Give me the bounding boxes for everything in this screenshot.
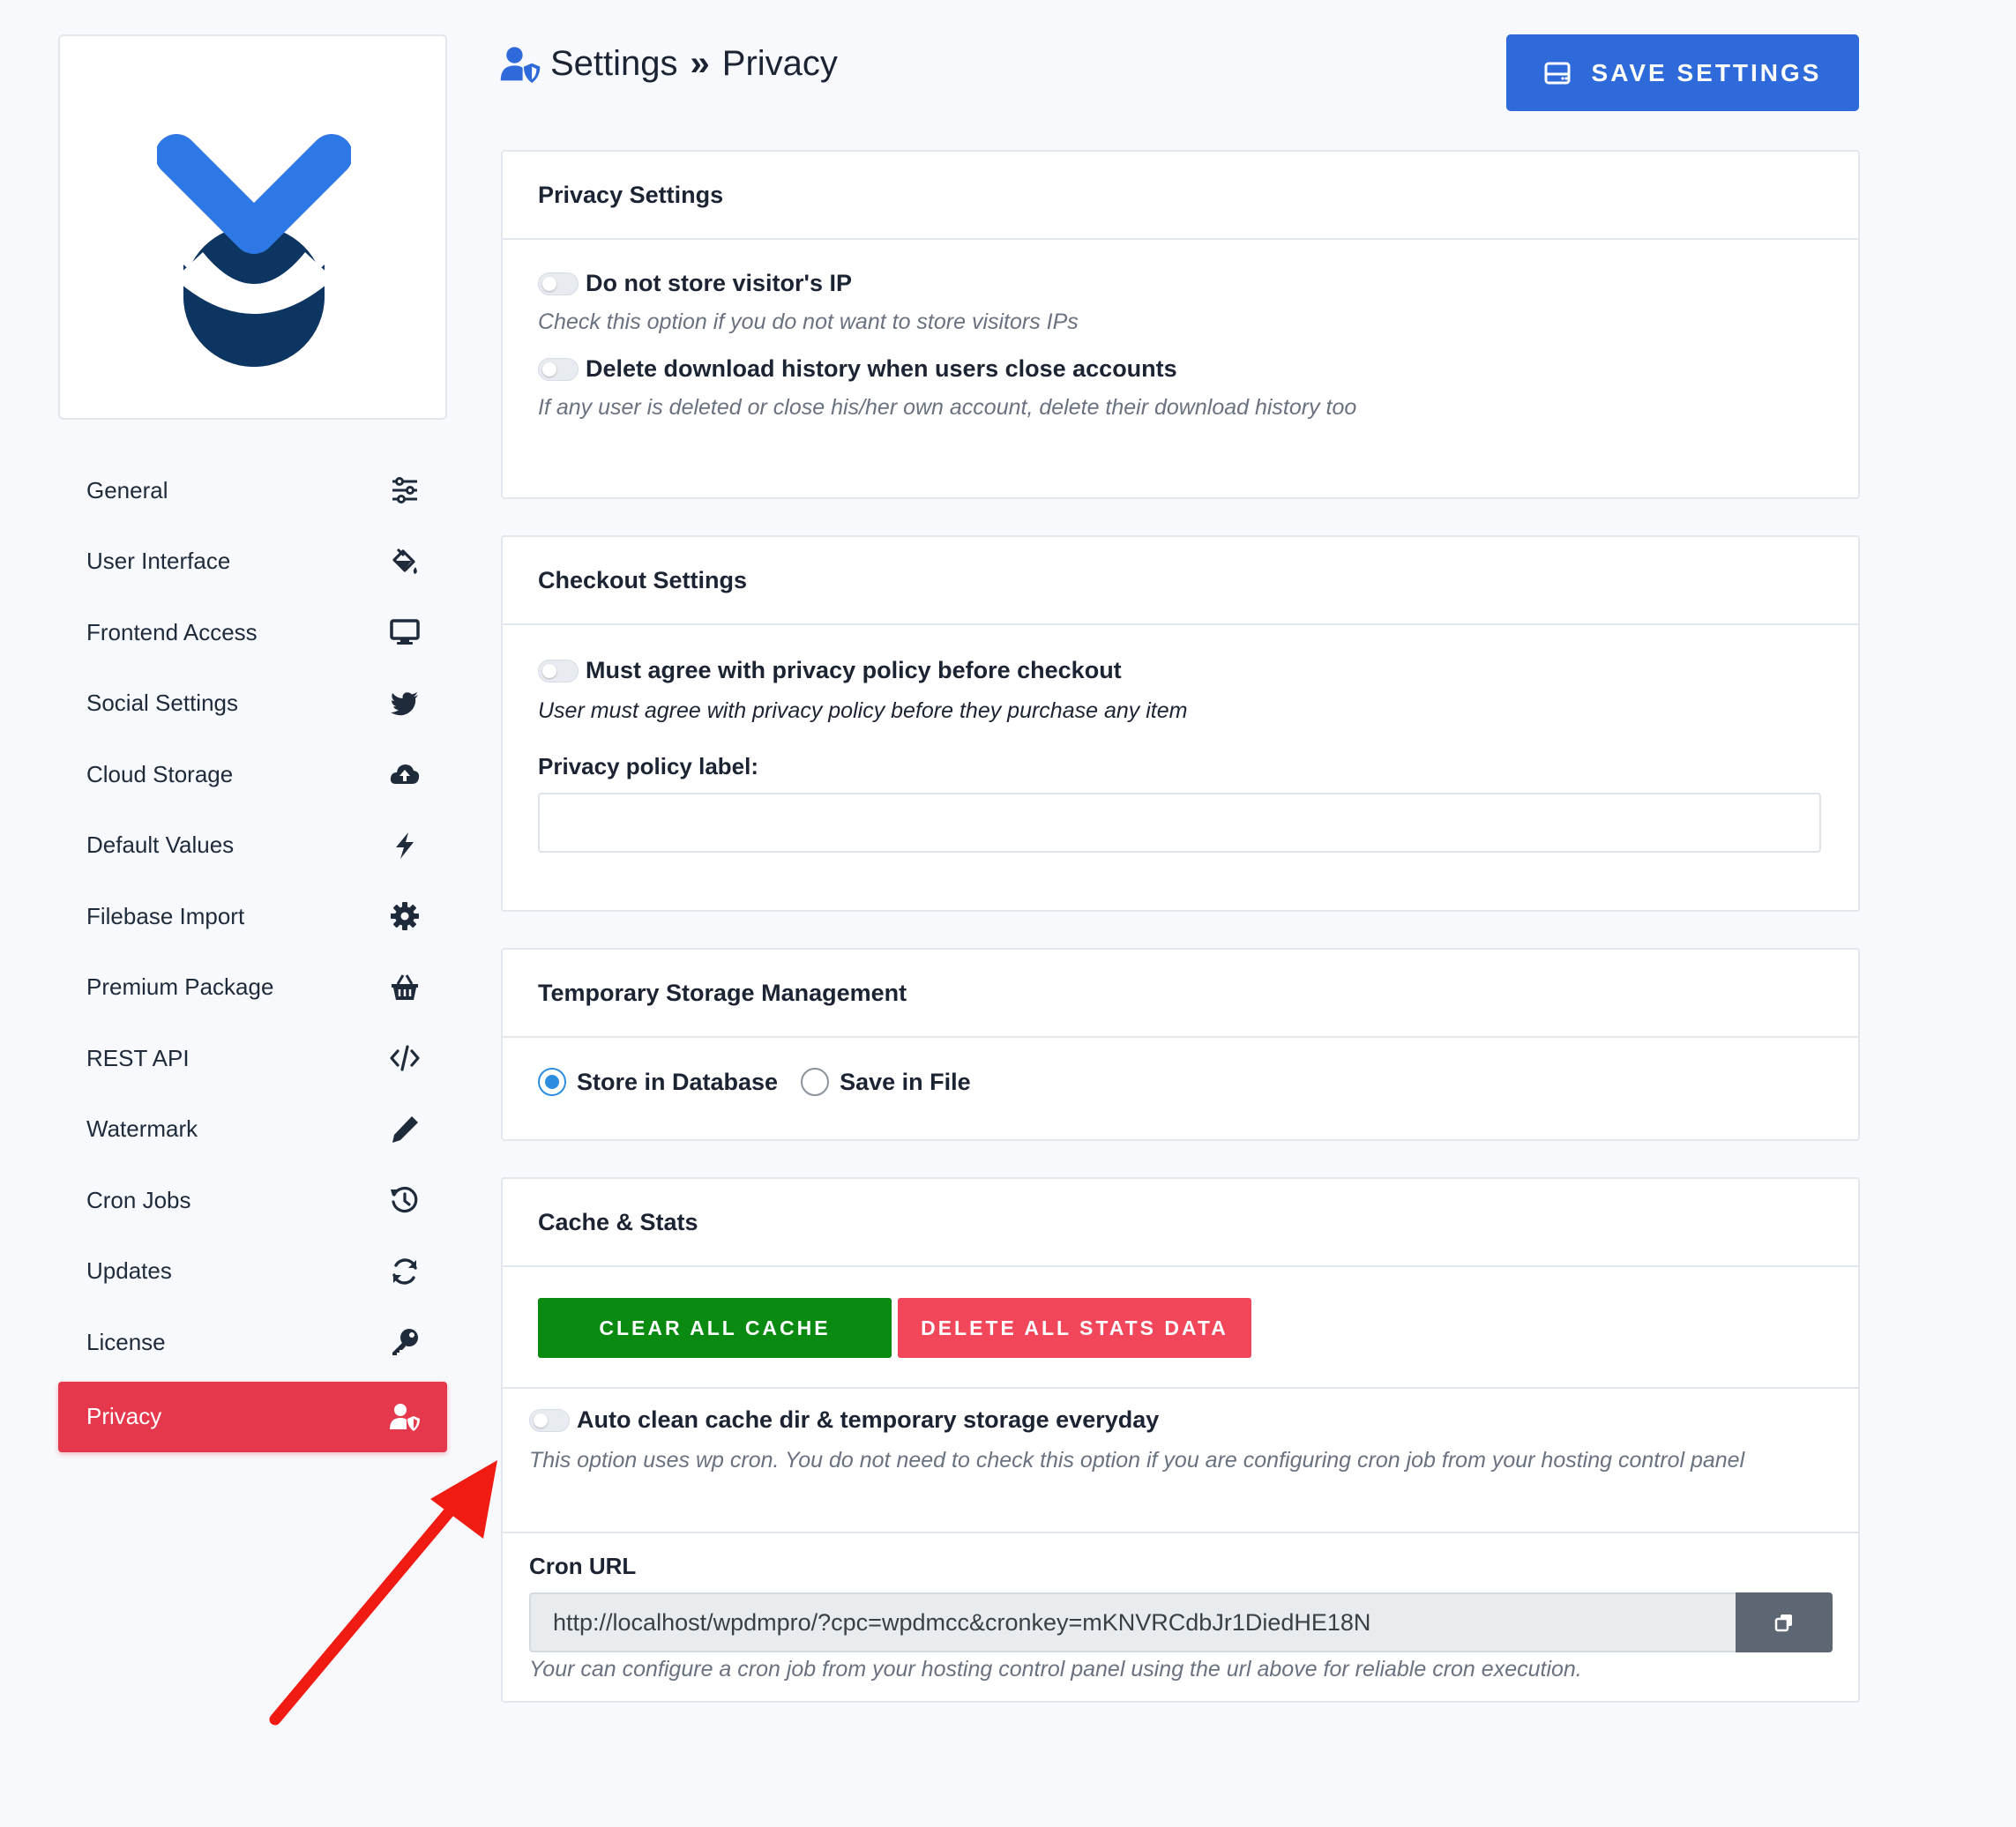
- sidebar-item-label: Privacy: [86, 1403, 162, 1429]
- auto-clean-toggle[interactable]: [529, 1408, 570, 1432]
- sidebar-item-label: User Interface: [86, 548, 231, 574]
- user-shield-icon: [387, 1399, 422, 1435]
- copy-cron-url-button[interactable]: [1736, 1592, 1833, 1652]
- sidebar-item-default-values[interactable]: Default Values: [58, 814, 447, 877]
- sidebar-item-user-interface[interactable]: User Interface: [58, 530, 447, 593]
- pen-icon: [387, 1112, 422, 1147]
- code-icon: [387, 1040, 422, 1076]
- sidebar-item-license[interactable]: License: [58, 1310, 447, 1374]
- cron-url-help: Your can configure a cron job from your …: [529, 1657, 1582, 1682]
- delete-history-toggle[interactable]: [538, 357, 579, 381]
- divider: [503, 1532, 1858, 1533]
- sliders-icon: [387, 473, 422, 508]
- privacy-policy-label-title: Privacy policy label:: [538, 753, 759, 779]
- save-settings-button[interactable]: SAVE SETTINGS: [1506, 34, 1859, 111]
- app-logo: [157, 134, 351, 367]
- sidebar-item-label: Watermark: [86, 1115, 198, 1142]
- clear-cache-button[interactable]: CLEAR ALL CACHE: [538, 1298, 892, 1358]
- sidebar-item-label: REST API: [86, 1044, 190, 1071]
- auto-clean-option: Auto clean cache dir & temporary storage…: [529, 1406, 1834, 1434]
- sidebar-item-frontend-access[interactable]: Frontend Access: [58, 600, 447, 664]
- store-ip-toggle[interactable]: [538, 272, 579, 295]
- temporary-storage-panel: Temporary Storage Management Store in Da…: [501, 948, 1860, 1141]
- annotation-arrow-icon: [269, 1460, 497, 1726]
- bolt-icon: [387, 828, 422, 863]
- auto-clean-section: Auto clean cache dir & temporary storage…: [529, 1406, 1834, 1476]
- store-ip-help: Check this option if you do not want to …: [538, 309, 1079, 334]
- sidebar-item-label: Frontend Access: [86, 618, 258, 645]
- sidebar-item-label: Social Settings: [86, 690, 238, 716]
- auto-clean-help: This option uses wp cron. You do not nee…: [529, 1448, 1745, 1473]
- panel-title: Checkout Settings: [503, 537, 1858, 625]
- privacy-policy-label-input[interactable]: [538, 793, 1821, 853]
- gear-icon: [387, 899, 422, 934]
- twitter-icon: [387, 686, 422, 721]
- store-database-label: Store in Database: [577, 1068, 779, 1095]
- store-database-radio[interactable]: [538, 1068, 566, 1096]
- privacy-agree-toggle[interactable]: [538, 659, 579, 682]
- delete-stats-button[interactable]: DELETE ALL STATS DATA: [898, 1298, 1251, 1358]
- sidebar-item-label: Cron Jobs: [86, 1186, 191, 1213]
- basket-icon: [387, 970, 422, 1005]
- paint-bucket-icon: [387, 544, 422, 579]
- privacy-agree-label: Must agree with privacy policy before ch…: [586, 657, 1122, 683]
- sync-icon: [387, 1254, 422, 1289]
- cloud-upload-icon: [387, 757, 422, 792]
- sidebar-item-general[interactable]: General: [58, 459, 447, 522]
- store-ip-option: Do not store visitor's IP: [538, 270, 1823, 297]
- sidebar-item-label: Filebase Import: [86, 902, 245, 929]
- sidebar-item-rest-api[interactable]: REST API: [58, 1026, 447, 1090]
- sidebar-item-premium-package[interactable]: Premium Package: [58, 956, 447, 1019]
- store-ip-label: Do not store visitor's IP: [586, 270, 852, 296]
- panel-title: Cache & Stats: [503, 1179, 1858, 1267]
- sidebar-item-label: Cloud Storage: [86, 760, 234, 787]
- sidebar-item-label: License: [86, 1328, 166, 1355]
- logo-card: [58, 34, 447, 420]
- sidebar-item-privacy[interactable]: Privacy: [58, 1381, 447, 1452]
- sidebar-item-social-settings[interactable]: Social Settings: [58, 672, 447, 735]
- cache-stats-panel: Cache & Stats CLEAR ALL CACHE DELETE ALL…: [501, 1177, 1860, 1703]
- breadcrumb-settings: Settings: [550, 44, 678, 83]
- panel-title: Privacy Settings: [503, 152, 1858, 240]
- sidebar-item-filebase-import[interactable]: Filebase Import: [58, 884, 447, 948]
- checkout-settings-panel: Checkout Settings Must agree with privac…: [501, 535, 1860, 912]
- key-icon: [387, 1324, 422, 1360]
- auto-clean-label: Auto clean cache dir & temporary storage…: [577, 1406, 1160, 1433]
- save-settings-label: SAVE SETTINGS: [1591, 58, 1822, 86]
- sidebar-item-cloud-storage[interactable]: Cloud Storage: [58, 742, 447, 806]
- panel-title: Temporary Storage Management: [503, 950, 1858, 1038]
- hdd-icon: [1544, 62, 1571, 84]
- sidebar-item-updates[interactable]: Updates: [58, 1240, 447, 1303]
- cron-url-label: Cron URL: [529, 1553, 637, 1579]
- delete-history-help: If any user is deleted or close his/her …: [538, 395, 1357, 420]
- sidebar-item-cron-jobs[interactable]: Cron Jobs: [58, 1168, 447, 1232]
- save-file-label: Save in File: [840, 1068, 971, 1095]
- privacy-agree-help: User must agree with privacy policy befo…: [538, 698, 1188, 723]
- desktop-icon: [387, 615, 422, 650]
- delete-history-option: Delete download history when users close…: [538, 355, 1823, 383]
- user-shield-icon: [500, 46, 541, 83]
- privacy-settings-panel: Privacy Settings Do not store visitor's …: [501, 150, 1860, 499]
- sidebar-item-label: General: [86, 476, 168, 503]
- save-file-radio[interactable]: [801, 1068, 830, 1096]
- breadcrumb-privacy: Privacy: [721, 44, 838, 83]
- page-title: Settings » Privacy: [499, 44, 838, 84]
- divider: [503, 1387, 1858, 1389]
- sidebar-item-label: Updates: [86, 1257, 172, 1284]
- cron-url-input[interactable]: http://localhost/wpdmpro/?cpc=wpdmcc&cro…: [529, 1592, 1737, 1652]
- sidebar-item-watermark[interactable]: Watermark: [58, 1098, 447, 1161]
- privacy-agree-option: Must agree with privacy policy before ch…: [538, 657, 1823, 684]
- sidebar-item-label: Premium Package: [86, 973, 274, 1000]
- history-icon: [387, 1182, 422, 1218]
- sidebar-item-label: Default Values: [86, 831, 235, 858]
- copy-icon: [1774, 1614, 1792, 1632]
- settings-sidebar: General User Interface Frontend Access S…: [58, 459, 447, 1459]
- storage-radio-group: Store in Database Save in File: [538, 1068, 1823, 1096]
- delete-history-label: Delete download history when users close…: [586, 355, 1177, 382]
- breadcrumb-separator-icon: »: [690, 44, 710, 83]
